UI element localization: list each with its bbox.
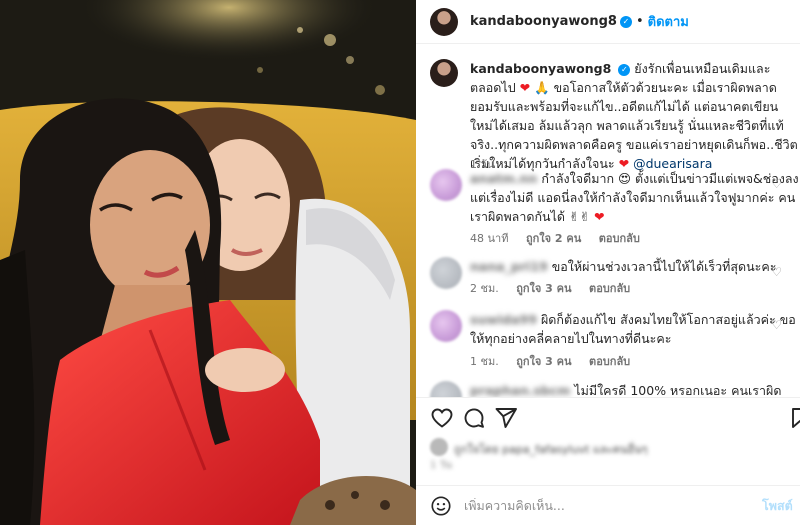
post-photo (0, 0, 416, 525)
comment-text: praphan.sbcm ไม่มีใครดี 100% หรอกเนอะ คน… (470, 381, 800, 397)
comment-bubble-icon[interactable] (462, 406, 486, 430)
emoji-picker-icon[interactable] (430, 495, 452, 517)
author-username[interactable]: kandaboonyawong8 ✓ (470, 14, 632, 29)
author-avatar[interactable] (430, 7, 458, 36)
comment-like-heart-icon[interactable]: ♡ (771, 318, 782, 332)
comment-text: suwida99 ผิดก็ต้องแก้ไข สังคมไทยให้โอกาส… (470, 310, 800, 348)
verified-badge-icon: ✓ (619, 16, 632, 28)
comments-list[interactable]: kandaboonyawong8 ✓ ยังรักเพื่อนเหมือนเดิ… (416, 45, 800, 397)
comment-avatar[interactable] (430, 310, 462, 342)
add-comment-bar: โพสต์ (416, 485, 800, 525)
victory-hand-emoji-icon: ✌✌ (569, 209, 590, 224)
comment-text-part-1: กำลังใจดีมาก (541, 171, 615, 186)
post-panel: kandaboonyawong8 ✓ • ติดตาม kandaboonyawo… (416, 0, 800, 525)
verified-badge-icon: ✓ (618, 64, 631, 76)
post-date[interactable]: 1 วัน (430, 458, 452, 473)
comment-text: anatm.nn กำลังใจดีมาก 😍 ตั้งแต่เป็นข่าวม… (470, 169, 800, 226)
save-bookmark-icon[interactable] (788, 406, 800, 430)
comment-time[interactable]: 1 ชม. (470, 355, 499, 368)
comment-reply-button[interactable]: ตอบกลับ (599, 232, 640, 245)
praying-hands-emoji-icon: 🙏 (534, 80, 550, 95)
share-send-icon[interactable] (494, 406, 518, 430)
comment-meta: 48 นาที ถูกใจ 2 คน ตอบกลับ (470, 229, 654, 247)
comment-reply-button[interactable]: ตอบกลับ (589, 355, 630, 368)
comment-username[interactable]: praphan.sbcm (470, 383, 570, 397)
likes-text[interactable]: ถูกใจโดย papa_fafasyluvt และคนอื่นๆ (454, 440, 648, 458)
post-comment-button[interactable]: โพสต์ (762, 496, 793, 516)
liker-avatar[interactable] (430, 438, 448, 456)
comment-username[interactable]: nana_pri19 (470, 259, 548, 274)
comment-time[interactable]: 48 นาที (470, 232, 508, 245)
comment-like-count[interactable]: ถูกใจ 3 คน (516, 282, 571, 295)
comment-text: ขอให้ผ่านช่วงเวลานี้ไปให้ได้เร็วที่สุดนะ… (551, 259, 777, 274)
comment-avatar[interactable] (430, 169, 462, 201)
smiling-heart-eyes-emoji-icon: 😍 (618, 171, 632, 186)
comment-avatar[interactable] (430, 381, 462, 397)
comment-username[interactable]: anatm.nn (470, 171, 537, 186)
comment-like-count[interactable]: ถูกใจ 2 คน (526, 232, 581, 245)
comment-meta: 1 ชม. ถูกใจ 3 คน ตอบกลับ (470, 352, 644, 370)
comment-like-heart-icon[interactable]: ♡ (771, 265, 782, 279)
caption-text: kandaboonyawong8 ✓ ยังรักเพื่อนเหมือนเดิ… (470, 59, 800, 173)
comment-time[interactable]: 2 ชม. (470, 282, 499, 295)
comment-avatar[interactable] (430, 257, 462, 289)
action-bar (416, 397, 800, 437)
comment-text: nana_pri19 ขอให้ผ่านช่วงเวลานี้ไปให้ได้เ… (470, 257, 800, 276)
red-heart-emoji-icon: ❤ (519, 80, 531, 95)
comment-like-heart-icon[interactable]: ♡ (771, 177, 782, 191)
comment-input[interactable] (464, 498, 754, 513)
caption-avatar[interactable] (430, 59, 458, 87)
caption-username[interactable]: kandaboonyawong8 (470, 61, 611, 76)
comment-meta: 2 ชม. ถูกใจ 3 คน ตอบกลับ (470, 279, 644, 297)
red-heart-emoji-icon: ❤ (593, 209, 605, 224)
comment-reply-button[interactable]: ตอบกลับ (589, 282, 630, 295)
comment-username[interactable]: suwida99 (470, 312, 537, 327)
like-heart-icon[interactable] (430, 406, 454, 430)
post-image (0, 0, 416, 525)
follow-button[interactable]: ติดตาม (648, 11, 689, 32)
comment-like-count[interactable]: ถูกใจ 3 คน (516, 355, 571, 368)
post-header: kandaboonyawong8 ✓ • ติดตาม (416, 0, 800, 44)
separator-dot: • (635, 14, 644, 29)
